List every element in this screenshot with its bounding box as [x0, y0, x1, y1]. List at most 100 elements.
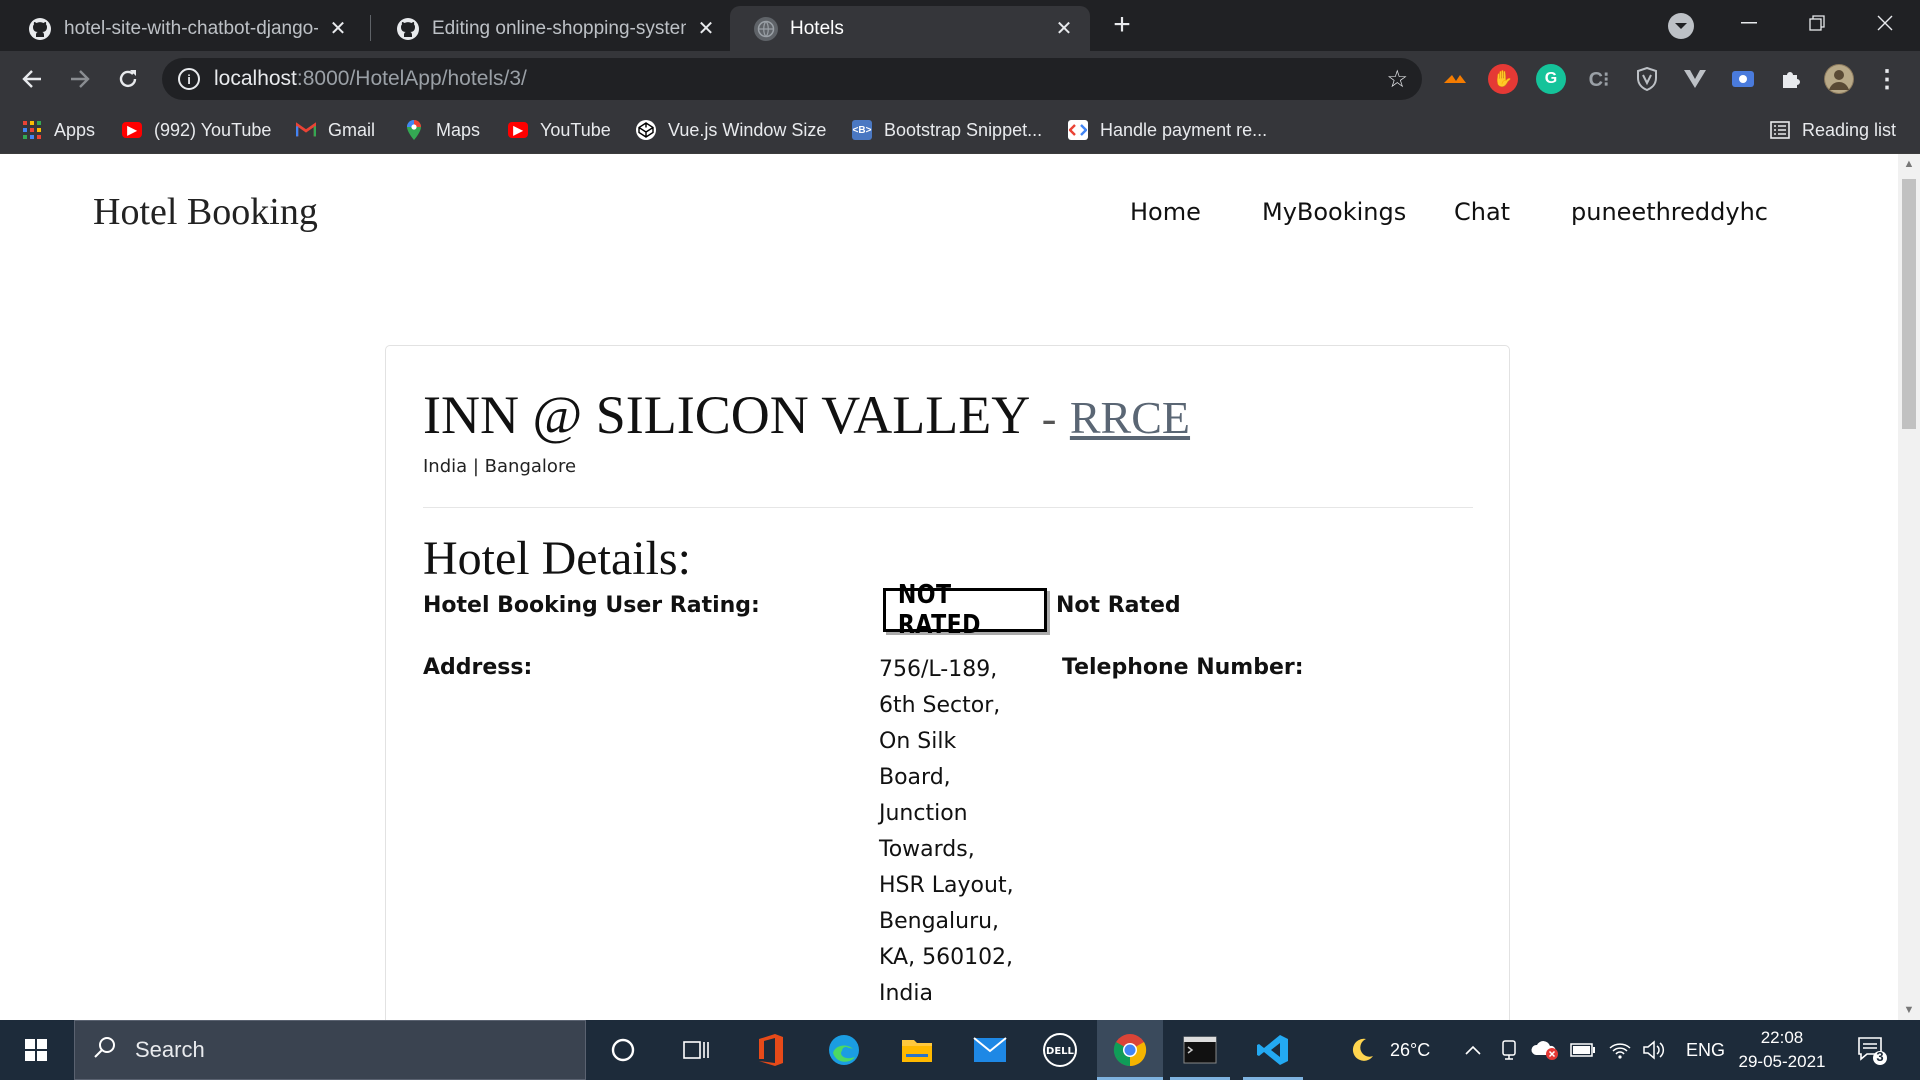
browser-tab-strip: hotel-site-with-chatbot-django-n ✕ Editi…: [0, 0, 1920, 51]
chevron-down-icon: [1675, 23, 1687, 29]
bookmark-label: Apps: [54, 119, 96, 140]
shield-icon[interactable]: [1632, 64, 1662, 94]
nav-mybookings[interactable]: MyBookings: [1262, 198, 1406, 226]
show-hidden-icons-chevron[interactable]: [1464, 1020, 1482, 1080]
volume-icon[interactable]: [1642, 1020, 1666, 1080]
close-window-button[interactable]: [1850, 0, 1920, 45]
github-icon: [28, 17, 52, 41]
address-line: Bengaluru,: [879, 909, 1000, 934]
close-icon[interactable]: ✕: [1052, 17, 1076, 41]
forward-button[interactable]: [62, 61, 98, 97]
taskbar-search-box[interactable]: Search: [74, 1020, 586, 1080]
restore-button[interactable]: [1782, 0, 1852, 45]
input-language[interactable]: ENG: [1686, 1020, 1725, 1080]
address-line: On Silk: [879, 729, 957, 754]
globe-icon: [754, 16, 778, 41]
scroll-up-icon[interactable]: ▲: [1898, 154, 1920, 174]
back-button[interactable]: [14, 61, 50, 97]
browser-toolbar: i localhost:8000/HotelApp/hotels/3/ ☆ ✋ …: [0, 51, 1920, 107]
terminal-icon[interactable]: [1180, 1030, 1220, 1070]
taskbar-clock[interactable]: 22:08 29-05-2021: [1730, 1026, 1834, 1074]
vue-devtools-icon[interactable]: [1680, 64, 1710, 94]
address-line: India: [879, 981, 933, 1006]
file-explorer-icon[interactable]: [897, 1030, 937, 1070]
bookmark-apps[interactable]: Apps: [22, 117, 95, 143]
onedrive-error-icon[interactable]: [1530, 1020, 1560, 1080]
bookmark-youtube[interactable]: ▶ YouTube: [508, 117, 611, 143]
clock-time: 22:08: [1760, 1028, 1804, 1047]
bookmark-gmail[interactable]: Gmail: [296, 117, 375, 143]
vscode-icon[interactable]: [1253, 1030, 1293, 1070]
tab-hotels[interactable]: Hotels ✕: [730, 6, 1090, 51]
new-tab-button[interactable]: +: [1108, 10, 1136, 40]
url-text: localhost:8000/HotelApp/hotels/3/: [214, 67, 527, 90]
office-icon[interactable]: [751, 1030, 791, 1070]
bookmark-vuejs-window-size[interactable]: Vue.js Window Size: [636, 117, 826, 143]
edge-icon[interactable]: [824, 1030, 864, 1070]
hotel-code-link[interactable]: RRCE: [1070, 392, 1190, 443]
chrome-icon[interactable]: [1110, 1030, 1150, 1070]
minimize-button[interactable]: [1714, 0, 1784, 45]
nav-user-profile[interactable]: puneethreddyhc: [1571, 198, 1768, 226]
avatar[interactable]: [1824, 64, 1854, 94]
gmail-icon: [296, 120, 316, 140]
nav-chat[interactable]: Chat: [1454, 198, 1510, 226]
divider: [423, 507, 1473, 508]
reading-list-icon: [1770, 120, 1790, 140]
task-view-icon[interactable]: [676, 1030, 716, 1070]
tab-divider: [370, 15, 371, 41]
svg-text:DELL: DELL: [1046, 1046, 1075, 1057]
close-icon[interactable]: ✕: [326, 17, 350, 41]
scrollbar-thumb[interactable]: [1902, 179, 1916, 429]
battery-icon[interactable]: [1570, 1020, 1596, 1080]
tab-github-editing[interactable]: Editing online-shopping-system- ✕: [372, 6, 732, 51]
site-brand[interactable]: Hotel Booking: [93, 190, 318, 234]
start-button[interactable]: [0, 1020, 72, 1080]
address-line: 756/L-189,: [879, 657, 998, 682]
notification-center-button[interactable]: 3: [1856, 1034, 1888, 1066]
bookmark-handle-payment[interactable]: Handle payment re...: [1068, 117, 1267, 143]
adblock-icon[interactable]: ✋: [1488, 64, 1518, 94]
grammarly-icon[interactable]: G: [1536, 64, 1566, 94]
hotel-location: India | Bangalore: [423, 456, 577, 477]
notification-count: 3: [1876, 1049, 1884, 1064]
scroll-down-icon[interactable]: ▼: [1898, 1000, 1920, 1020]
windows-taskbar: Search DELL 26°C ENG 22:08 29-05-2021 3: [0, 1020, 1920, 1080]
extension-c-icon[interactable]: C⁝: [1584, 64, 1614, 94]
kebab-menu-icon[interactable]: ⋮: [1872, 64, 1902, 94]
rating-label: Hotel Booking User Rating:: [423, 593, 760, 618]
tab-title: Editing online-shopping-system-: [432, 17, 686, 39]
weather-temp: 26°C: [1390, 1039, 1431, 1060]
search-icon: [93, 1035, 117, 1066]
info-icon[interactable]: i: [178, 68, 200, 90]
address-line: Junction: [879, 801, 968, 826]
close-icon[interactable]: ✕: [694, 17, 718, 41]
rating-value: Not Rated: [1056, 593, 1181, 618]
bookmark-youtube-992[interactable]: ▶ (992) YouTube: [122, 117, 271, 143]
bookmark-bootstrap-snippet[interactable]: <B> Bootstrap Snippet...: [852, 117, 1042, 143]
device-tray-icon[interactable]: [1500, 1020, 1518, 1080]
github-icon: [396, 17, 420, 41]
cortana-icon[interactable]: [603, 1030, 643, 1070]
address-bar[interactable]: i localhost:8000/HotelApp/hotels/3/ ☆: [162, 58, 1422, 100]
tab-search-button[interactable]: [1668, 13, 1694, 39]
reading-list-label: Reading list: [1802, 119, 1897, 140]
reading-list-button[interactable]: Reading list: [1770, 117, 1896, 143]
wifi-icon[interactable]: [1608, 1020, 1632, 1080]
bookmark-label: Handle payment re...: [1100, 119, 1268, 140]
extensions-puzzle-icon[interactable]: [1776, 64, 1806, 94]
weather-widget[interactable]: 26°C: [1348, 1020, 1430, 1080]
page-scrollbar[interactable]: ▲ ▼: [1898, 154, 1920, 1020]
star-icon[interactable]: ☆: [1386, 65, 1408, 94]
address-value: 756/L-189, 6th Sector, On Silk Board, Ju…: [879, 652, 1019, 1012]
tab-github-hotel-site[interactable]: hotel-site-with-chatbot-django-n ✕: [4, 6, 364, 51]
title-separator: -: [1041, 394, 1057, 443]
extension-orange-icon[interactable]: [1440, 64, 1470, 94]
screen-capture-icon[interactable]: [1728, 64, 1758, 94]
mail-icon[interactable]: [970, 1030, 1010, 1070]
address-line: HSR Layout,: [879, 873, 1014, 898]
bookmark-maps[interactable]: Maps: [404, 117, 480, 143]
reload-button[interactable]: [110, 61, 146, 97]
nav-home[interactable]: Home: [1130, 198, 1201, 226]
dell-icon[interactable]: DELL: [1040, 1030, 1080, 1070]
